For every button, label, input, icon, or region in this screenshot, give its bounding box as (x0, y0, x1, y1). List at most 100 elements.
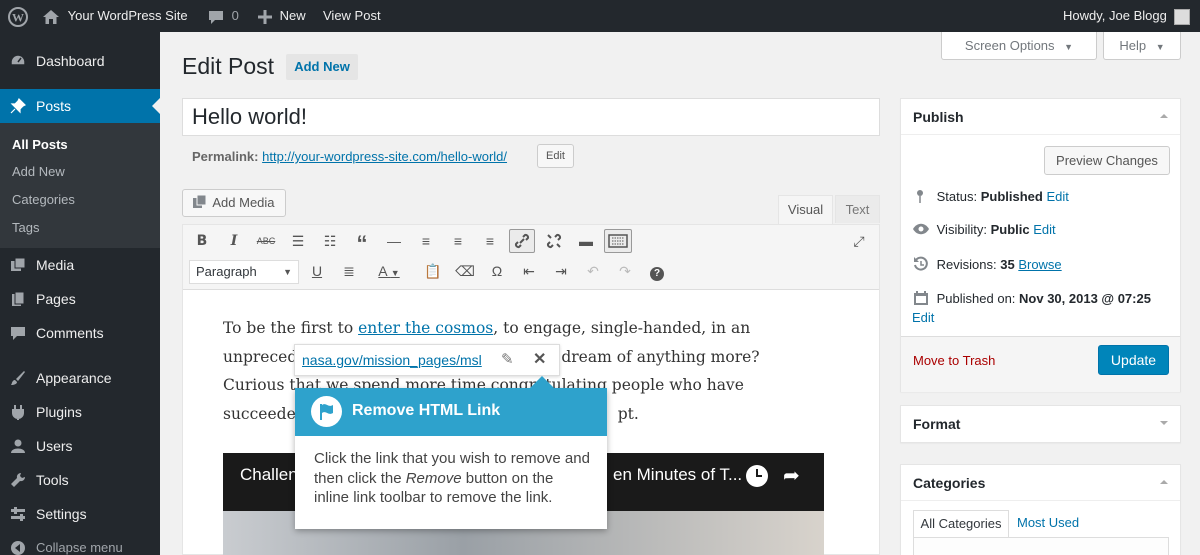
eye-icon (913, 223, 929, 235)
comment-icon (209, 10, 223, 24)
settings-icon (11, 507, 25, 521)
preview-changes-button[interactable]: Preview Changes (1044, 146, 1170, 175)
help-icon[interactable]: ? (646, 260, 668, 282)
menu-item-settings[interactable]: Settings (0, 497, 160, 531)
blockquote-icon[interactable]: “ (351, 230, 373, 256)
underline-icon[interactable]: U (306, 260, 328, 282)
format-select[interactable]: Paragraph ▼ (189, 260, 299, 284)
close-icon[interactable]: ✕ (533, 349, 546, 369)
pages-icon (12, 291, 25, 306)
numbered-list-icon[interactable]: ☷ (319, 230, 341, 252)
tooltip-title: Remove HTML Link (352, 402, 501, 419)
share-icon[interactable]: ➦ (783, 463, 800, 488)
menu-item-users[interactable]: Users (0, 429, 160, 463)
horizontal-line-icon[interactable]: — (383, 230, 405, 252)
tab-most-used[interactable]: Most Used (1017, 510, 1079, 536)
visibility-label: Visibility: (936, 222, 987, 237)
move-to-trash-link[interactable]: Move to Trash (913, 353, 995, 368)
menu-item-plugins[interactable]: Plugins (0, 395, 160, 429)
collapse-menu-button[interactable]: Collapse menu (0, 531, 160, 555)
permalink-edit-button[interactable]: Edit (537, 144, 574, 168)
tab-all-categories[interactable]: All Categories (913, 510, 1009, 538)
wordpress-logo-icon[interactable]: W (8, 0, 28, 32)
add-media-button[interactable]: Add Media (182, 189, 286, 217)
menu-label-comments: Comments (36, 325, 104, 341)
published-on-row: Published on: Nov 30, 2013 @ 07:25 (913, 290, 1151, 306)
fullscreen-icon[interactable]: ⤢ (848, 230, 870, 252)
paste-text-icon[interactable]: 📋 (422, 260, 444, 282)
inline-link-toolbar: nasa.gov/mission_pages/msl ✎ ✕ (294, 344, 560, 376)
publish-box-header[interactable]: Publish (901, 99, 1180, 135)
categories-title: Categories (913, 475, 986, 491)
update-button[interactable]: Update (1098, 345, 1169, 375)
bullet-list-icon[interactable]: ☰ (287, 230, 309, 252)
collapse-label: Collapse menu (36, 540, 123, 555)
published-edit-link[interactable]: Edit (912, 310, 934, 325)
special-character-icon[interactable]: Ω (486, 260, 508, 282)
bold-icon[interactable]: B (191, 230, 213, 252)
text-color-icon[interactable]: A ▼ (370, 260, 408, 282)
pencil-icon[interactable]: ✎ (501, 350, 514, 368)
post-title-input[interactable]: Hello world! (182, 98, 880, 136)
menu-item-appearance[interactable]: Appearance (0, 361, 160, 395)
menu-label-tools: Tools (36, 472, 69, 488)
inline-link-url[interactable]: nasa.gov/mission_pages/msl (302, 352, 482, 368)
collapse-arrow-icon[interactable] (1160, 476, 1168, 484)
redo-icon[interactable]: ↷ (614, 260, 636, 282)
video-title-left: Challen (240, 465, 298, 484)
insert-link-icon[interactable] (509, 229, 535, 253)
menu-item-comments[interactable]: Comments (0, 316, 160, 350)
admin-bar: W Your WordPress Site 0 New View Post Ho… (0, 0, 1200, 32)
toolbar-toggle-icon[interactable] (604, 229, 632, 253)
menu-item-dashboard[interactable]: Dashboard (0, 44, 160, 78)
comments-icon (11, 327, 25, 340)
collapse-arrow-icon[interactable] (1160, 110, 1168, 118)
media-icon (11, 257, 26, 271)
strikethrough-icon[interactable]: ABC (255, 230, 277, 252)
tab-visual[interactable]: Visual (778, 195, 833, 224)
submenu-all-posts[interactable]: All Posts (12, 137, 68, 152)
status-row: Status: Published Edit (913, 188, 1069, 204)
justify-icon[interactable]: ≣ (338, 260, 360, 282)
browse-revisions-link[interactable]: Browse (1018, 257, 1061, 272)
format-box-header[interactable]: Format (901, 406, 1180, 442)
remove-link-icon[interactable] (543, 230, 565, 252)
revisions-label: Revisions: (936, 257, 997, 272)
submenu-add-new[interactable]: Add New (12, 164, 65, 179)
tab-text[interactable]: Text (835, 195, 880, 223)
outdent-icon[interactable]: ⇤ (518, 260, 540, 282)
read-more-icon[interactable]: ▬ (575, 230, 597, 252)
account-link[interactable]: Howdy, Joe Blogg (1063, 0, 1191, 32)
screen-options-button[interactable]: Screen Options ▼ (941, 32, 1097, 60)
align-right-icon[interactable]: ≡ (479, 230, 501, 252)
new-content-link[interactable]: New (258, 0, 306, 32)
submenu-categories[interactable]: Categories (12, 192, 75, 207)
indent-icon[interactable]: ⇥ (550, 260, 572, 282)
status-edit-link[interactable]: Edit (1046, 189, 1068, 204)
content-link[interactable]: enter the cosmos (358, 319, 493, 337)
menu-item-tools[interactable]: Tools (0, 463, 160, 497)
posts-submenu: All Posts Add New Categories Tags (0, 123, 160, 248)
categories-box-header[interactable]: Categories (901, 465, 1180, 501)
menu-item-pages[interactable]: Pages (0, 282, 160, 316)
help-button[interactable]: Help ▼ (1103, 32, 1181, 60)
permalink-label: Permalink: (192, 149, 259, 164)
visibility-row: Visibility: Public Edit (913, 222, 1056, 237)
submenu-tags[interactable]: Tags (12, 220, 39, 235)
undo-icon[interactable]: ↶ (582, 260, 604, 282)
new-label: New (279, 8, 306, 23)
expand-arrow-icon[interactable] (1160, 421, 1168, 429)
permalink-url[interactable]: http://your-wordpress-site.com/hello-wor… (262, 149, 507, 164)
site-name-link[interactable]: Your WordPress Site (42, 0, 188, 32)
align-center-icon[interactable]: ≡ (447, 230, 469, 252)
align-left-icon[interactable]: ≡ (415, 230, 437, 252)
clear-formatting-icon[interactable]: ⌫ (454, 260, 476, 282)
comments-link[interactable]: 0 (208, 0, 239, 32)
view-post-link[interactable]: View Post (323, 0, 381, 32)
italic-icon[interactable]: I (223, 230, 245, 252)
menu-item-posts[interactable]: Posts (0, 89, 160, 123)
add-new-button[interactable]: Add New (286, 54, 358, 80)
visibility-edit-link[interactable]: Edit (1033, 222, 1055, 237)
menu-item-media[interactable]: Media (0, 248, 160, 282)
clock-icon[interactable] (746, 465, 768, 487)
